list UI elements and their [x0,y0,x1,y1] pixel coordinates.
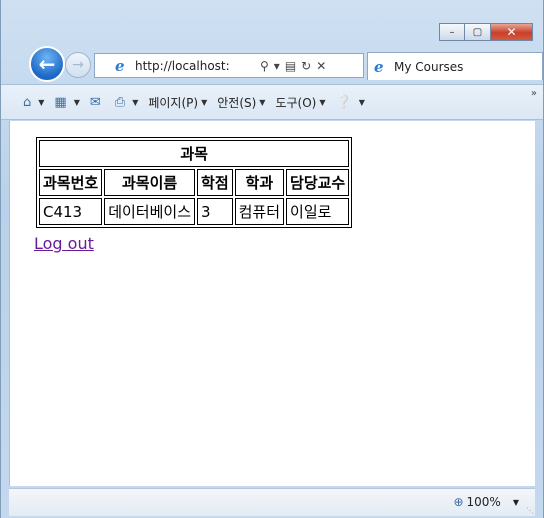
tab-my-courses[interactable]: e My Courses [367,52,543,80]
feeds-button[interactable]: ▦ ▼ [54,95,79,110]
print-button[interactable]: ⎙ ▼ [115,95,139,110]
chevron-down-icon: ▼ [512,497,519,507]
chevron-down-icon: ▼ [38,97,45,107]
cell-department: 컴퓨터 [234,198,285,225]
cell-professor: 이일로 [286,198,350,225]
cell-course-name: 데이터베이스 [104,198,196,225]
address-bar[interactable]: e http://localhost: ⚲ ▾ ▤ ↻ ✕ [94,53,364,78]
command-bar: ⌂ ▼ ▦ ▼ ✉ ⎙ ▼ 페이지(P) ▼ 안전(S) ▼ 도구(O) ▼ ❔… [1,84,543,120]
home-icon: ⌂ [23,94,32,110]
minimize-button[interactable]: – [439,23,465,41]
arrow-right-icon: → [72,57,84,73]
tools-menu[interactable]: 도구(O) ▼ [275,94,325,111]
table-caption: 과목 [39,140,350,167]
table-row: C413 데이터베이스 3 컴퓨터 이일로 [39,198,350,225]
header-course-number: 과목번호 [39,169,103,196]
chevron-down-icon: ▼ [132,97,139,107]
safety-menu[interactable]: 안전(S) ▼ [217,94,265,111]
arrow-left-icon: ← [38,52,56,76]
help-button[interactable]: ❔ ▼ [336,95,365,110]
close-button[interactable]: ✕ [491,23,533,41]
dropdown-arrow-icon[interactable]: ▾ [274,59,280,73]
header-credits: 학점 [197,169,233,196]
title-bar: – ▢ ✕ [1,0,543,44]
chevron-down-icon: ▼ [73,97,80,107]
page-menu-label: 페이지(P) [148,95,199,110]
logout-link[interactable]: Log out [34,234,94,253]
header-professor: 담당교수 [286,169,350,196]
rss-icon: ▦ [54,94,67,110]
table-header-row: 과목번호 과목이름 학점 학과 담당교수 [39,169,350,196]
page-content: 과목 과목번호 과목이름 학점 학과 담당교수 C413 데이터베이스 3 컴퓨… [9,121,535,486]
ie-logo-icon: e [374,57,384,76]
forward-button[interactable]: → [65,52,91,78]
cell-credits: 3 [197,198,233,225]
safety-menu-label: 안전(S) [217,95,257,110]
mail-icon: ✉ [89,94,101,110]
chevron-down-icon: ▼ [259,97,266,107]
mail-button[interactable]: ✉ [90,95,105,110]
cell-course-number: C413 [39,198,103,225]
tab-title: My Courses [394,59,464,74]
maximize-button[interactable]: ▢ [465,23,491,41]
window-controls: – ▢ ✕ [439,23,533,41]
tools-menu-label: 도구(O) [275,95,317,110]
status-bar: ⊕ 100% ▼ ⋱ [9,488,535,516]
chevron-down-icon: ▼ [201,97,208,107]
search-icon[interactable]: ⚲ [260,59,269,73]
home-button[interactable]: ⌂ ▼ [23,95,44,110]
more-commands-chevron[interactable]: » [531,88,537,99]
address-url[interactable]: http://localhost: [135,59,255,73]
back-button[interactable]: ← [29,46,65,82]
courses-table: 과목 과목번호 과목이름 학점 학과 담당교수 C413 데이터베이스 3 컴퓨… [36,137,353,228]
stop-icon[interactable]: ✕ [316,59,326,73]
resize-grip-icon[interactable]: ⋱ [526,506,534,515]
refresh-icon[interactable]: ↻ [301,59,311,73]
browser-window: – ▢ ✕ ← → e http://localhost: ⚲ ▾ ▤ ↻ ✕ … [0,0,544,518]
help-icon: ❔ [335,94,352,110]
zoom-icon: ⊕ [453,495,464,509]
chevron-down-icon: ▼ [358,97,365,107]
printer-icon: ⎙ [114,94,126,110]
zoom-control[interactable]: ⊕ 100% ▼ [453,495,519,509]
ie-logo-icon: e [115,56,125,75]
chevron-down-icon: ▼ [319,97,326,107]
page-menu[interactable]: 페이지(P) ▼ [148,94,207,111]
zoom-level: 100% [466,495,501,509]
header-department: 학과 [234,169,285,196]
compatibility-view-icon[interactable]: ▤ [285,59,296,73]
header-course-name: 과목이름 [104,169,196,196]
